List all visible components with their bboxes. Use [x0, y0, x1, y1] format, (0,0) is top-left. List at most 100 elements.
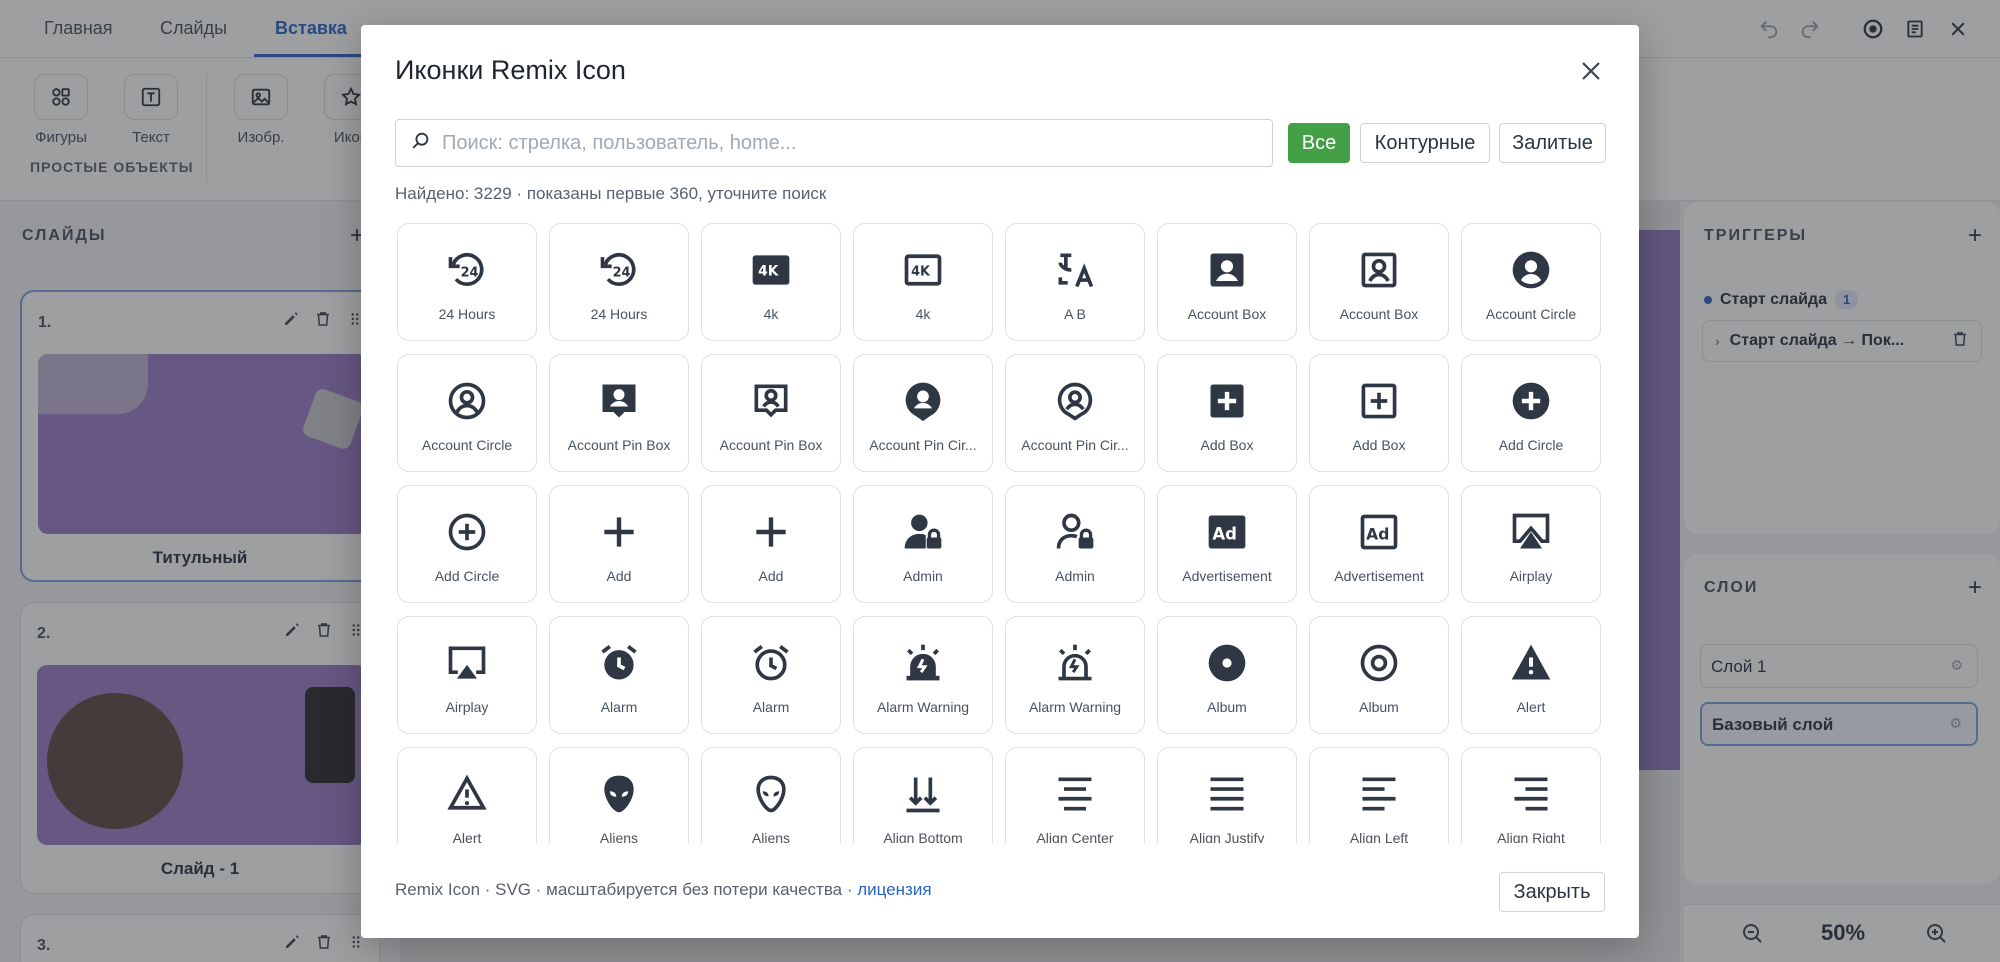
icon-tile-label: Alarm	[752, 699, 790, 715]
icon-tile[interactable]: 24 24 Hours	[397, 223, 537, 341]
results-count: Найдено: 3229 · показаны первые 360, уто…	[395, 184, 827, 203]
close-button[interactable]: Закрыть	[1499, 872, 1605, 912]
alert-line-icon	[445, 772, 489, 816]
account-pin-circle-line-icon	[1053, 379, 1097, 423]
icon-grid: 24 24 Hours 24 24 Hours 4K 4k 4K 4k A B Account B…	[397, 223, 1605, 843]
icon-tile-label: 4k	[763, 306, 779, 322]
icon-tile-label: Align Center	[1036, 830, 1114, 843]
icon-tile-label: Account Pin Cir...	[1021, 437, 1129, 453]
footer-text: Remix Icon · SVG · масштабируется без по…	[395, 880, 858, 899]
icon-tile[interactable]: Add Circle	[1461, 354, 1601, 472]
icon-tile-label: Add	[606, 568, 632, 584]
filter-outline-button[interactable]: Контурные	[1360, 123, 1490, 163]
album-fill-icon	[1205, 641, 1249, 685]
icon-tile-label: Account Pin Box	[719, 437, 823, 453]
4k-fill-icon: 4K	[749, 248, 793, 292]
icon-tile[interactable]: Admin	[853, 485, 993, 603]
icon-tile[interactable]: Aliens	[701, 747, 841, 843]
account-circle-line-icon	[445, 379, 489, 423]
icon-tile[interactable]: Alarm Warning	[1005, 616, 1145, 734]
icon-tile[interactable]: Align Bottom	[853, 747, 993, 843]
svg-text:24: 24	[613, 265, 631, 280]
align-bottom-icon	[901, 772, 945, 816]
close-icon[interactable]	[1575, 55, 1607, 87]
align-justify-icon	[1205, 772, 1249, 816]
icon-tile-label: Add Circle	[1498, 437, 1564, 453]
icon-tile[interactable]: Add	[701, 485, 841, 603]
icon-tile-label: Alarm Warning	[1028, 699, 1122, 715]
license-link[interactable]: лицензия	[857, 880, 931, 899]
icon-tile[interactable]: Album	[1157, 616, 1297, 734]
icon-tile[interactable]: Ad Advertisement	[1309, 485, 1449, 603]
icon-tile[interactable]: Align Right	[1461, 747, 1601, 843]
icon-tile[interactable]: Airplay	[1461, 485, 1601, 603]
icon-tile-label: Add Circle	[434, 568, 500, 584]
icon-tile[interactable]: Account Circle	[1461, 223, 1601, 341]
icon-tile[interactable]: Align Justify	[1157, 747, 1297, 843]
icon-tile[interactable]: Alert	[397, 747, 537, 843]
icon-tile[interactable]: Align Center	[1005, 747, 1145, 843]
align-right-icon	[1509, 772, 1553, 816]
alarm-warning-fill-icon	[901, 641, 945, 685]
icon-tile-label: Alert	[452, 830, 482, 843]
icon-tile[interactable]: 4K 4k	[701, 223, 841, 341]
icon-tile[interactable]: 4K 4k	[853, 223, 993, 341]
icon-tile[interactable]: Album	[1309, 616, 1449, 734]
translate-icon	[1053, 248, 1097, 292]
admin-fill-icon	[901, 510, 945, 554]
icon-tile-label: Alert	[1516, 699, 1546, 715]
icon-tile-label: Add Box	[1200, 437, 1254, 453]
icon-tile[interactable]: Account Pin Cir...	[853, 354, 993, 472]
advertisement-fill-icon: Ad	[1205, 510, 1249, 554]
account-box-line-icon	[1357, 248, 1401, 292]
icon-tile[interactable]: A B	[1005, 223, 1145, 341]
icon-tile[interactable]: Alarm	[701, 616, 841, 734]
filter-filled-button[interactable]: Залитые	[1499, 123, 1606, 163]
icon-tile-label: Align Left	[1349, 830, 1409, 843]
advertisement-line-icon: Ad	[1357, 510, 1401, 554]
icon-tile-label: 24 Hours	[438, 306, 496, 322]
icon-tile[interactable]: Alert	[1461, 616, 1601, 734]
icon-tile[interactable]: Aliens	[549, 747, 689, 843]
icon-picker-dialog: Иконки Remix Icon Все Контурные Залитые …	[361, 25, 1639, 938]
icon-tile-label: Align Justify	[1189, 830, 1265, 843]
icon-tile[interactable]: Align Left	[1309, 747, 1449, 843]
align-left-icon	[1357, 772, 1401, 816]
icon-tile-label: Admin	[1055, 568, 1095, 584]
icon-tile[interactable]: Airplay	[397, 616, 537, 734]
dialog-footer: Remix Icon · SVG · масштабируется без по…	[395, 880, 932, 900]
add-box-line-icon	[1357, 379, 1401, 423]
icon-tile-label: Aliens	[751, 830, 791, 843]
icon-tile-label: Aliens	[599, 830, 639, 843]
icon-tile[interactable]: 24 24 Hours	[549, 223, 689, 341]
icon-tile[interactable]: Add Box	[1309, 354, 1449, 472]
svg-text:4K: 4K	[758, 264, 780, 280]
add-circle-fill-icon	[1509, 379, 1553, 423]
alarm-fill-icon	[597, 641, 641, 685]
icon-tile-label: Advertisement	[1334, 568, 1424, 584]
icon-tile[interactable]: Account Pin Box	[549, 354, 689, 472]
filter-all-button[interactable]: Все	[1288, 123, 1350, 163]
icon-tile[interactable]: Add	[549, 485, 689, 603]
icon-tile[interactable]: Account Box	[1309, 223, 1449, 341]
icon-tile[interactable]: Account Circle	[397, 354, 537, 472]
icon-tile[interactable]: Account Pin Box	[701, 354, 841, 472]
icon-tile-label: 4k	[915, 306, 931, 322]
album-line-icon	[1357, 641, 1401, 685]
icon-tile-label: Album	[1359, 699, 1399, 715]
icon-tile-label: A B	[1064, 306, 1086, 322]
account-pin-box-line-icon	[749, 379, 793, 423]
icon-tile[interactable]: Admin	[1005, 485, 1145, 603]
icon-tile[interactable]: Account Pin Cir...	[1005, 354, 1145, 472]
search-input[interactable]	[442, 131, 1242, 155]
icon-tile[interactable]: Ad Advertisement	[1157, 485, 1297, 603]
icon-tile-label: Add	[758, 568, 784, 584]
icon-tile[interactable]: Add Box	[1157, 354, 1297, 472]
icon-tile[interactable]: Add Circle	[397, 485, 537, 603]
icon-tile-label: Align Right	[1497, 830, 1565, 843]
icon-tile[interactable]: Alarm Warning	[853, 616, 993, 734]
icon-tile[interactable]: Account Box	[1157, 223, 1297, 341]
icon-tile[interactable]: Alarm	[549, 616, 689, 734]
icon-tile-label: Add Box	[1352, 437, 1406, 453]
alarm-line-icon	[749, 641, 793, 685]
